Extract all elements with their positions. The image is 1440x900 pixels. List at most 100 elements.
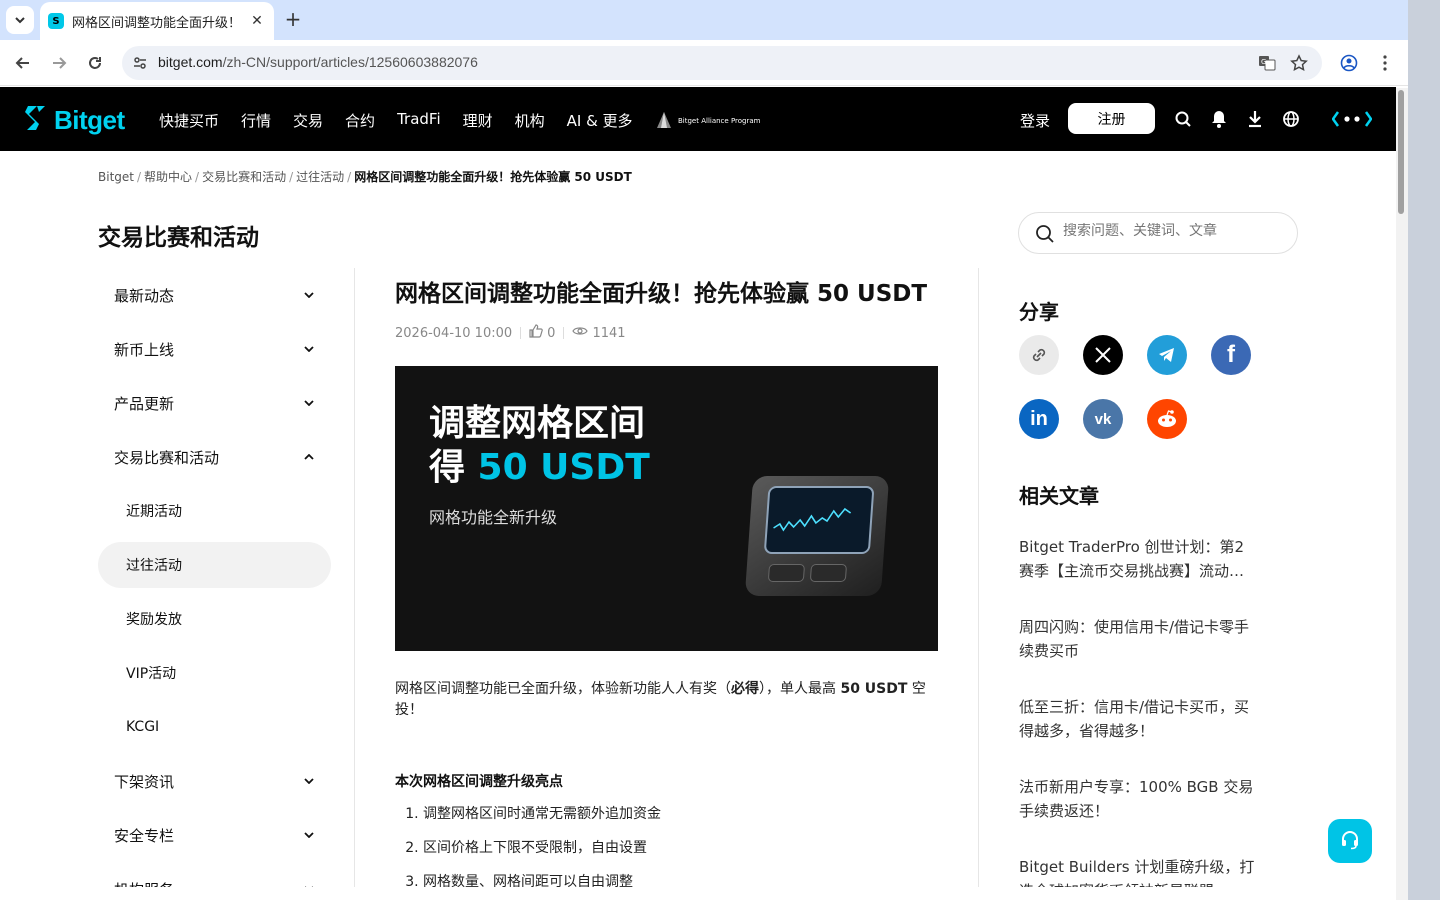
breadcrumb-item-help-center[interactable]: 帮助中心 (144, 170, 192, 184)
sidebar-item-new-listings[interactable]: 新币上线 (98, 322, 331, 376)
nav-item-trade[interactable]: 交易 (293, 110, 323, 131)
related-articles-title: 相关文章 (1019, 484, 1099, 508)
related-articles: Bitget TraderPro 创世计划：第2赛季【主流币交易挑战赛】流动性奖… (1019, 535, 1259, 900)
sidebar-item-competitions[interactable]: 交易比赛和活动 (98, 430, 331, 484)
more-menu-icon[interactable] (1382, 54, 1388, 76)
banner-line1: 调整网格区间 (429, 403, 646, 444)
back-icon[interactable] (12, 52, 34, 74)
tab-search-button[interactable] (6, 6, 34, 34)
nav-item-earn[interactable]: 理财 (463, 110, 493, 131)
vk-icon[interactable]: vk (1083, 399, 1123, 439)
forward-icon[interactable] (48, 52, 70, 74)
browser-tab-bar: S 网格区间调整功能全面升级！ ✕ + (0, 0, 1408, 40)
address-bar[interactable]: bitget.com/zh-CN/support/articles/125606… (122, 46, 1322, 80)
article-date: 2026-04-10 10:00 (395, 325, 513, 341)
nav-item-quick-buy[interactable]: 快捷买币 (159, 110, 219, 131)
customer-support-button[interactable] (1328, 819, 1372, 863)
sidebar-subitem-label: 过往活动 (126, 558, 182, 574)
search-icon[interactable] (1173, 109, 1193, 129)
sidebar-subitem-label: 奖励发放 (126, 612, 182, 628)
article-intro: 网格区间调整功能已全面升级，体验新功能人人有奖（必得），单人最高 50 USDT… (395, 681, 926, 718)
related-article-link[interactable]: 低至三折：信用卡/借记卡买币，买得越多，省得越多！ (1019, 695, 1259, 743)
nav-item-tradfi[interactable]: TradFi (397, 110, 441, 131)
help-search-input[interactable] (1063, 223, 1283, 239)
bitget-logo-icon (24, 104, 50, 136)
close-icon[interactable]: ✕ (248, 12, 266, 30)
sidebar-item-label: 最新动态 (114, 286, 175, 305)
help-search-box[interactable] (1018, 212, 1298, 254)
share-title: 分享 (1019, 300, 1059, 324)
sidebar-item-security[interactable]: 安全专栏 (98, 808, 331, 862)
category-sidebar: 最新动态 新币上线 产品更新 交易比赛和活动 近期活动 过往活动 奖励发放 VI… (98, 268, 331, 900)
sidebar-item-label: 交易比赛和活动 (114, 448, 220, 467)
article-meta: 2026-04-10 10:00 0 1141 (395, 324, 938, 342)
translate-icon[interactable]: G (1258, 54, 1276, 76)
nav-item-ai-more[interactable]: AI & 更多 (567, 110, 633, 131)
page-scrollbar-thumb[interactable] (1398, 90, 1404, 214)
thumbs-up-icon[interactable] (529, 324, 543, 342)
telegram-icon[interactable] (1147, 335, 1187, 375)
sidebar-subitem-vip-events[interactable]: VIP活动 (98, 646, 331, 700)
ai-assistant-icon[interactable] (1332, 109, 1372, 129)
highlights-heading: 本次网格区间调整升级亮点 (395, 774, 563, 790)
reddit-icon[interactable] (1147, 399, 1187, 439)
url-domain: bitget.com (158, 54, 223, 70)
divider (978, 268, 979, 888)
article-banner: 调整网格区间 得 50 USDT 网格功能全新升级 (395, 366, 938, 651)
banner-line2-prefix: 得 (429, 447, 478, 488)
list-item: 调整网格区间时通常无需额外追加资金 (423, 803, 938, 823)
nav-item-markets[interactable]: 行情 (241, 110, 271, 131)
chevron-down-icon (303, 397, 315, 409)
search-icon (1035, 224, 1055, 248)
section-title: 交易比赛和活动 (98, 225, 259, 251)
alliance-label: Bitget Alliance Program (678, 117, 761, 125)
breadcrumb-item-competitions[interactable]: 交易比赛和活动 (202, 170, 286, 184)
reload-icon[interactable] (84, 52, 106, 74)
site-info-icon[interactable] (132, 55, 148, 75)
link-icon[interactable] (1019, 335, 1059, 375)
url-text: bitget.com/zh-CN/support/articles/125606… (158, 54, 478, 70)
browser-tab[interactable]: S 网格区间调整功能全面升级！ ✕ (40, 2, 274, 40)
bitget-logo[interactable]: Bitget (24, 104, 125, 136)
related-article-link[interactable]: 法币新用户专享：100% BGB 交易手续费返还！ (1019, 775, 1259, 823)
sidebar-subitem-reward-distribution[interactable]: 奖励发放 (98, 592, 331, 646)
bell-icon[interactable] (1209, 109, 1229, 129)
sidebar-item-latest-news[interactable]: 最新动态 (98, 268, 331, 322)
sidebar-subitem-label: 近期活动 (126, 504, 182, 520)
list-item: 区间价格上下限不受限制，自由设置 (423, 837, 938, 857)
breadcrumb-item-past-events[interactable]: 过往活动 (296, 170, 344, 184)
register-button[interactable]: 注册 (1068, 103, 1155, 134)
download-icon[interactable] (1245, 109, 1265, 129)
linkedin-icon[interactable]: in (1019, 399, 1059, 439)
related-article-link[interactable]: Bitget TraderPro 创世计划：第2赛季【主流币交易挑战赛】流动性奖… (1019, 535, 1259, 583)
sidebar-subitem-past-events[interactable]: 过往活动 (98, 542, 331, 588)
bitget-favicon-icon: S (48, 13, 64, 29)
login-link[interactable]: 登录 (1020, 110, 1050, 131)
sidebar-item-product-updates[interactable]: 产品更新 (98, 376, 331, 430)
alliance-logo-icon (656, 111, 672, 131)
like-count: 0 (547, 325, 556, 341)
related-article-link[interactable]: 周四闪购：使用信用卡/借记卡零手续费买币 (1019, 615, 1259, 663)
screen-edge (1408, 0, 1440, 900)
nav-item-institutional[interactable]: 机构 (515, 110, 545, 131)
chevron-down-icon (14, 11, 26, 30)
sidebar-subitem-kcgi[interactable]: KCGI (98, 700, 331, 754)
breadcrumb-item-bitget[interactable]: Bitget (98, 170, 134, 184)
chevron-down-icon (303, 289, 315, 301)
breadcrumb-current: 网格区间调整功能全面升级！抢先体验赢 50 USDT (354, 170, 632, 184)
facebook-icon[interactable]: f (1211, 335, 1251, 375)
nav-item-futures[interactable]: 合约 (345, 110, 375, 131)
new-tab-button[interactable]: + (282, 7, 304, 31)
site-header: Bitget 快捷买币 行情 交易 合约 TradFi 理财 机构 AI & 更… (0, 87, 1396, 151)
sidebar-subitem-recent-events[interactable]: 近期活动 (98, 484, 331, 538)
profile-icon[interactable] (1340, 54, 1358, 76)
url-path: /zh-CN/support/articles/12560603882076 (222, 54, 478, 70)
x-icon[interactable] (1083, 335, 1123, 375)
sidebar-item-label: 产品更新 (114, 394, 175, 413)
alliance-program-link[interactable]: Bitget Alliance Program (656, 111, 760, 131)
bookmark-star-icon[interactable] (1290, 54, 1308, 76)
globe-icon[interactable] (1281, 109, 1301, 129)
chevron-up-icon (303, 451, 315, 463)
sidebar-item-delistings[interactable]: 下架资讯 (98, 754, 331, 808)
view-count: 1141 (592, 325, 626, 341)
